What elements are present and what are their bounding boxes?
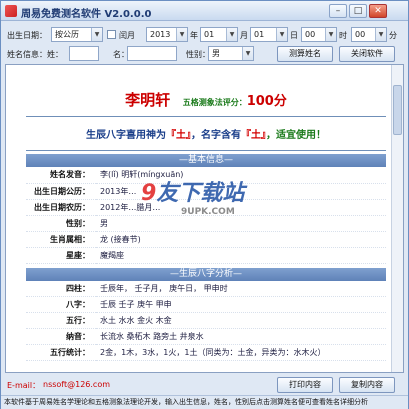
bazi-summary-banner: 生辰八字喜用神为『土』，名字含有『土』，适宜使用！ xyxy=(26,120,386,147)
person-name: 李明轩 xyxy=(125,91,171,109)
row-value: 长流水 桑柘木 路旁土 井泉水 xyxy=(96,328,386,345)
row-key: 性别： xyxy=(26,215,96,232)
calendar-type-select[interactable]: 按公历 ▼ xyxy=(51,27,103,42)
row-value: 壬辰 壬子 庚午 甲申 xyxy=(96,296,386,313)
minimize-button[interactable]: – xyxy=(329,4,347,18)
watermark-text: 友下载站 xyxy=(156,181,245,206)
watermark-logo: 9友下载站 9UPK.COM xyxy=(141,175,321,235)
hour-value: 00 xyxy=(305,30,316,39)
surname-input[interactable] xyxy=(69,46,99,61)
chevron-down-icon: ▼ xyxy=(325,28,336,41)
app-window: 周易免费测名软件 V2.0.0.0 – □ ✕ 出生日期： 按公历 ▼ 闰月 2… xyxy=(0,0,409,409)
row-key: 姓名发音： xyxy=(26,167,96,184)
chevron-down-icon: ▼ xyxy=(375,28,386,41)
chevron-down-icon: ▼ xyxy=(176,28,187,41)
row-key: 四柱： xyxy=(26,280,96,297)
row-key: 出生日期公历： xyxy=(26,183,96,200)
banner-text-mid: ，名字含有 xyxy=(191,130,241,141)
status-bar: 本软件基于周易姓名学理论和五格测象法理论开发，输入出生信息，姓名，性别后点击测算… xyxy=(1,395,408,409)
basic-info-title: 基本信息 xyxy=(187,155,224,165)
row-value: 壬辰年， 壬子月， 庚午日， 甲申时 xyxy=(96,280,386,297)
leap-month-label: 闰月 xyxy=(119,31,135,40)
row-key: 纳音： xyxy=(26,328,96,345)
row-key: 星座： xyxy=(26,247,96,264)
day-select[interactable]: 01 ▼ xyxy=(250,27,288,42)
table-row: 四柱： 壬辰年， 壬子月， 庚午日， 甲申时 xyxy=(26,280,386,297)
email-label: E-mail： xyxy=(7,381,41,390)
banner-element-1: 『土』 xyxy=(166,130,191,141)
month-unit: 月 xyxy=(240,31,248,40)
hour-unit: 时 xyxy=(339,31,347,40)
email-value[interactable]: nssoft@126.com xyxy=(43,380,110,389)
banner-element-2: 『土』 xyxy=(241,130,266,141)
day-unit: 日 xyxy=(290,31,298,40)
row-key: 生肖属相： xyxy=(26,231,96,248)
score-value: 100分 xyxy=(246,94,287,109)
bazi-analysis-table: 四柱： 壬辰年， 壬子月， 庚午日， 甲申时 八字： 壬辰 壬子 庚午 甲申 五行：… xyxy=(26,280,386,361)
month-value: 01 xyxy=(204,30,215,39)
name-score-line: 李明轩 五格测象法评分：100分 xyxy=(26,85,386,113)
table-row: 五行统计： 2金，1木，3水，1火，1土（同类为：土金，异类为：水木火） xyxy=(26,344,386,361)
chevron-down-icon: ▼ xyxy=(91,28,102,41)
divider xyxy=(26,116,386,117)
maximize-button[interactable]: □ xyxy=(349,4,367,18)
close-app-button[interactable]: 关闭软件 xyxy=(339,46,395,62)
vertical-scrollbar[interactable] xyxy=(391,65,403,372)
birth-date-row: 出生日期： 按公历 ▼ 闰月 2013 ▼ 年 01 ▼ 月 01 ▼ 日 00… xyxy=(1,25,408,45)
table-row: 纳音： 长流水 桑柘木 路旁土 井泉水 xyxy=(26,328,386,345)
row-key: 五行： xyxy=(26,312,96,329)
bottom-bar: E-mail： nssoft@126.com 打印内容 复制内容 xyxy=(1,375,408,395)
banner-text-pre: 生辰八字喜用神为 xyxy=(86,130,166,141)
row-key: 五行统计： xyxy=(26,344,96,361)
divider xyxy=(26,150,386,151)
year-unit: 年 xyxy=(190,31,198,40)
title-bar: 周易免费测名软件 V2.0.0.0 – □ ✕ xyxy=(1,1,408,21)
scrollbar-thumb[interactable] xyxy=(393,85,402,135)
minute-value: 00 xyxy=(355,30,366,39)
score-label: 五格测象法评分： xyxy=(182,98,247,107)
watermark-first: 9 xyxy=(141,181,157,206)
calc-name-button[interactable]: 测算姓名 xyxy=(277,46,333,62)
row-key: 出生日期农历： xyxy=(26,199,96,216)
row-value: 魔羯座 xyxy=(96,247,386,264)
minute-unit: 分 xyxy=(389,31,397,40)
leap-month-checkbox[interactable] xyxy=(107,30,116,39)
chevron-down-icon: ▼ xyxy=(276,28,287,41)
result-panel[interactable]: 李明轩 五格测象法评分：100分 生辰八字喜用神为『土』，名字含有『土』，适宜使… xyxy=(5,64,404,373)
row-key: 八字： xyxy=(26,296,96,313)
basic-info-header: —基本信息— xyxy=(26,154,386,167)
banner-text-post: ，适宜使用！ xyxy=(266,130,326,141)
gender-label: 性别： xyxy=(186,50,210,59)
close-window-button[interactable]: ✕ xyxy=(369,4,387,18)
bazi-analysis-title: 生辰八字分析 xyxy=(178,268,233,279)
row-value: 水土 水水 金火 木金 xyxy=(96,312,386,329)
chevron-down-icon: ▼ xyxy=(226,28,237,41)
year-value: 2013 xyxy=(150,30,171,39)
watermark-sub: 9UPK.COM xyxy=(181,207,235,217)
window-title: 周易免费测名软件 V2.0.0.0 xyxy=(21,9,152,20)
gender-select[interactable]: 男 ▼ xyxy=(208,46,254,61)
app-icon xyxy=(5,5,17,17)
month-select[interactable]: 01 ▼ xyxy=(200,27,238,42)
minute-select[interactable]: 00 ▼ xyxy=(351,27,387,42)
hour-select[interactable]: 00 ▼ xyxy=(301,27,337,42)
birth-date-label: 出生日期： xyxy=(7,31,47,40)
table-row: 星座： 魔羯座 xyxy=(26,247,386,264)
row-value: 2金，1木，3水，1火，1土（同类为：土金，异类为：水木火） xyxy=(96,344,386,361)
day-value: 01 xyxy=(254,30,265,39)
bazi-analysis-header: —生辰八字分析— xyxy=(26,267,386,281)
surname-label: 姓名信息：姓： xyxy=(7,50,63,59)
table-row: 八字： 壬辰 壬子 庚午 甲申 xyxy=(26,296,386,313)
copy-button[interactable]: 复制内容 xyxy=(339,377,395,393)
name-info-row: 姓名信息：姓： 名： 性别： 男 ▼ 测算姓名 关闭软件 xyxy=(1,44,408,64)
print-button[interactable]: 打印内容 xyxy=(277,377,333,393)
given-name-input[interactable] xyxy=(127,46,177,61)
chevron-down-icon: ▼ xyxy=(242,47,253,60)
watermark-main: 9友下载站 xyxy=(141,175,321,207)
calendar-type-value: 按公历 xyxy=(55,30,79,39)
gender-value: 男 xyxy=(212,49,220,58)
table-row: 五行： 水土 水水 金火 木金 xyxy=(26,312,386,329)
year-select[interactable]: 2013 ▼ xyxy=(146,27,188,42)
